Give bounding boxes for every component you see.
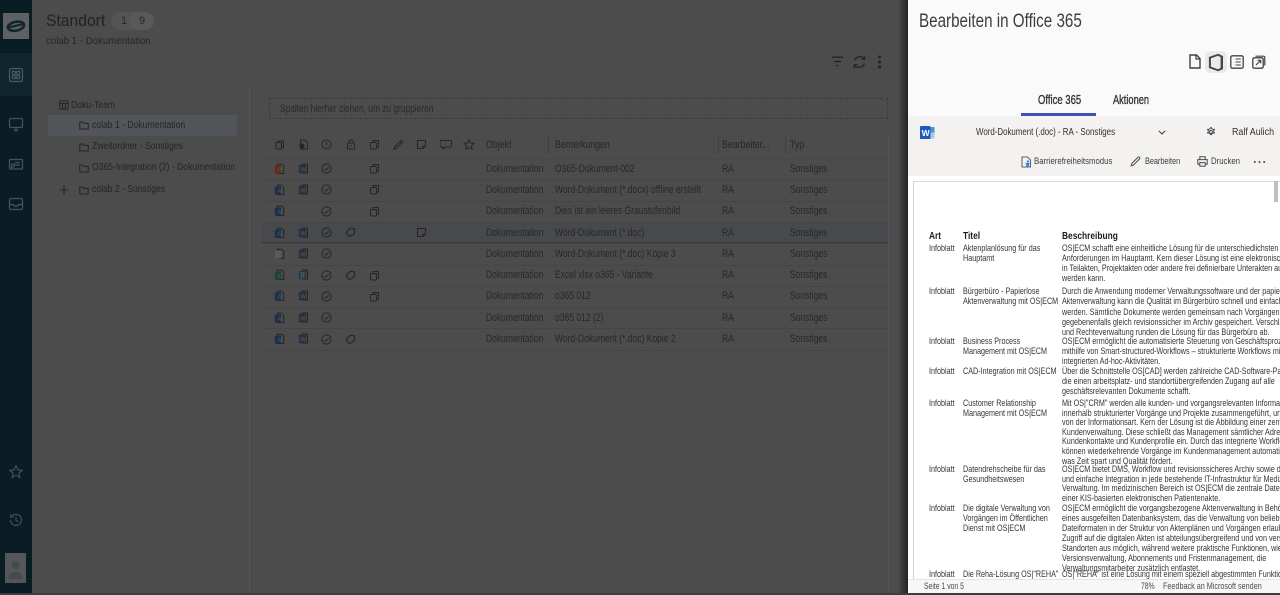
svg-text:A: A [277,231,282,237]
svg-text:W: W [921,128,930,138]
svg-text:W: W [299,336,306,343]
svg-text:W: W [299,315,306,322]
svg-text:A: A [277,338,282,344]
svg-text:W: W [299,230,306,237]
svg-text:W: W [299,166,306,173]
svg-text:A: A [277,189,282,195]
svg-text:A: A [277,316,282,322]
svg-text:W: W [299,251,306,258]
svg-text:A: A [277,210,282,216]
svg-text:W: W [299,294,306,301]
svg-text:P: P [277,167,281,173]
svg-text:W: W [299,187,306,194]
svg-text:A: A [277,295,282,301]
